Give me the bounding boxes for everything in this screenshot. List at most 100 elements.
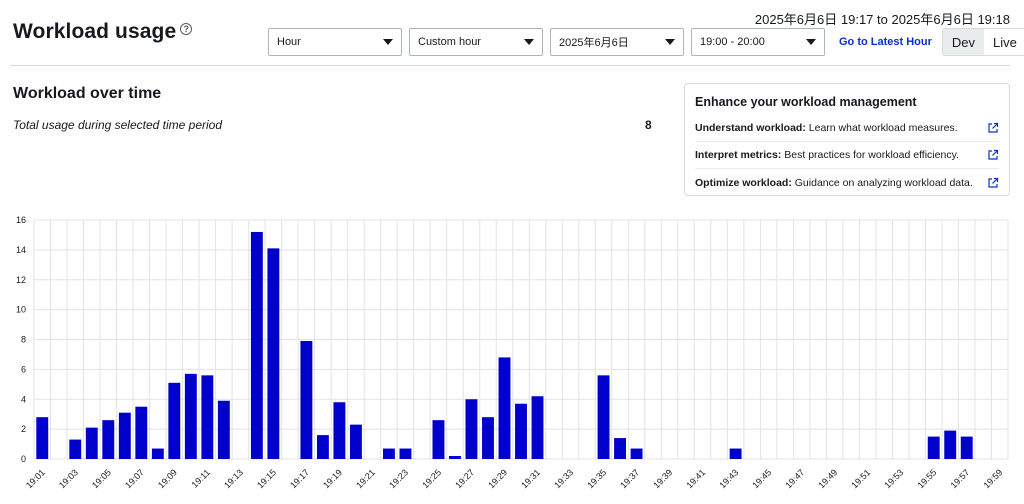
x-tick-label: 19:49 [816, 467, 839, 490]
info-link-text: Understand workload: Learn what workload… [695, 122, 958, 134]
y-tick-label: 2 [21, 424, 26, 434]
bar [168, 382, 181, 459]
granularity-select[interactable]: Hour [268, 28, 402, 56]
bar [465, 399, 478, 459]
x-tick-label: 19:53 [882, 467, 905, 490]
time-range-value: 19:00 - 20:00 [700, 36, 765, 48]
x-tick-label: 19:15 [255, 467, 278, 490]
x-tick-label: 19:21 [354, 467, 377, 490]
bar [151, 448, 164, 459]
bar [69, 439, 82, 459]
y-tick-label: 14 [16, 245, 26, 255]
y-tick-label: 10 [16, 305, 26, 315]
x-tick-label: 19:57 [948, 467, 971, 490]
env-option-dev[interactable]: Dev [942, 29, 985, 55]
info-link-understand[interactable]: Understand workload: Learn what workload… [695, 115, 999, 142]
external-link-icon [988, 177, 999, 188]
info-link-optimize[interactable]: Optimize workload: Guidance on analyzing… [695, 169, 999, 196]
x-tick-label: 19:17 [288, 467, 311, 490]
external-link-icon [988, 122, 999, 133]
page-title-text: Workload usage [13, 20, 177, 43]
section-title: Workload over time [13, 85, 162, 102]
y-tick-label: 12 [16, 275, 26, 285]
bar [630, 448, 643, 459]
bar [333, 402, 346, 459]
total-usage-value: 8 [645, 118, 652, 132]
x-tick-label: 19:11 [190, 467, 213, 490]
x-tick-label: 19:09 [156, 467, 179, 490]
granularity-value: Hour [277, 36, 301, 48]
x-tick-label: 19:13 [222, 467, 245, 490]
page-title: Workload usage ? [13, 20, 193, 44]
bar [498, 357, 511, 459]
info-link-strong: Understand workload: [695, 122, 806, 134]
x-tick-label: 19:37 [618, 467, 641, 490]
bar [614, 438, 626, 459]
workload-bar-chart: 0 2 4 6 8 10 12 14 16 19:01 19:03 19:05 19:07 19:09 19… [16, 215, 1009, 490]
time-controls: Hour Custom hour 2025年6月6日 19:00 - 20:00… [268, 28, 1024, 56]
bar [515, 403, 527, 459]
y-tick-label: 16 [16, 215, 26, 225]
info-link-strong: Optimize workload: [695, 176, 792, 189]
bar [300, 340, 313, 459]
bar [399, 448, 412, 459]
bar [118, 412, 131, 459]
bar [250, 231, 263, 459]
caret-down-icon [383, 39, 393, 45]
help-icon[interactable]: ? [180, 23, 193, 35]
info-link-text: Optimize workload: Guidance on analyzing… [695, 177, 973, 189]
bar [960, 436, 973, 459]
x-tick-label: 19:03 [57, 467, 80, 490]
bar [944, 430, 957, 459]
time-range-select[interactable]: 19:00 - 20:00 [691, 28, 825, 56]
x-tick-label: 19:51 [849, 467, 872, 490]
info-link-interpret[interactable]: Interpret metrics: Best practices for wo… [695, 142, 999, 169]
info-link-desc: Learn what workload measures. [805, 122, 958, 134]
x-tick-label: 19:33 [552, 467, 575, 490]
info-link-desc: Guidance on analyzing workload data. [791, 176, 973, 189]
y-tick-label: 4 [21, 394, 26, 404]
info-card-title: Enhance your workload management [695, 95, 917, 109]
info-link-text: Interpret metrics: Best practices for wo… [695, 149, 959, 161]
x-tick-label: 19:07 [123, 467, 146, 490]
x-tick-label: 19:31 [519, 467, 542, 490]
bar [927, 436, 940, 459]
x-tick-label: 19:27 [453, 467, 476, 490]
info-link-strong: Interpret metrics: [695, 149, 782, 161]
bar [449, 456, 461, 459]
x-tick-label: 19:45 [750, 467, 773, 490]
bar [729, 448, 742, 459]
caret-down-icon [806, 39, 816, 45]
x-tick-label: 19:59 [981, 467, 1004, 490]
bar [267, 248, 280, 459]
selected-range-text: 2025年6月6日 19:17 to 2025年6月6日 19:18 [754, 12, 1010, 27]
caret-down-icon [665, 39, 675, 45]
x-tick-label: 19:47 [783, 467, 806, 490]
x-tick-label: 19:23 [387, 467, 410, 490]
x-tick-label: 19:19 [321, 467, 344, 490]
mode-select[interactable]: Custom hour [409, 28, 543, 56]
bar [217, 400, 230, 459]
env-option-live[interactable]: Live [984, 29, 1024, 55]
x-tick-label: 19:39 [651, 467, 674, 490]
header-divider [10, 65, 1010, 66]
bar [135, 406, 148, 459]
y-tick-label: 6 [21, 364, 26, 374]
external-link-icon [988, 149, 999, 160]
bar [531, 396, 544, 459]
caret-down-icon [524, 39, 534, 45]
x-tick-label: 19:29 [486, 467, 509, 490]
x-tick-label: 19:43 [717, 467, 740, 490]
info-card: Enhance your workload management Underst… [684, 83, 1010, 196]
go-to-latest-hour-link[interactable]: Go to Latest Hour [839, 36, 932, 48]
x-tick-label: 19:55 [915, 467, 938, 490]
mode-value: Custom hour [418, 36, 481, 48]
bar [597, 375, 610, 459]
bar [102, 420, 115, 459]
x-tick-label: 19:41 [684, 467, 707, 490]
date-select[interactable]: 2025年6月6日 [550, 28, 684, 56]
x-tick-label: 19:01 [24, 467, 47, 490]
bar [382, 448, 395, 459]
bar [316, 435, 329, 459]
y-tick-label: 8 [21, 335, 26, 345]
